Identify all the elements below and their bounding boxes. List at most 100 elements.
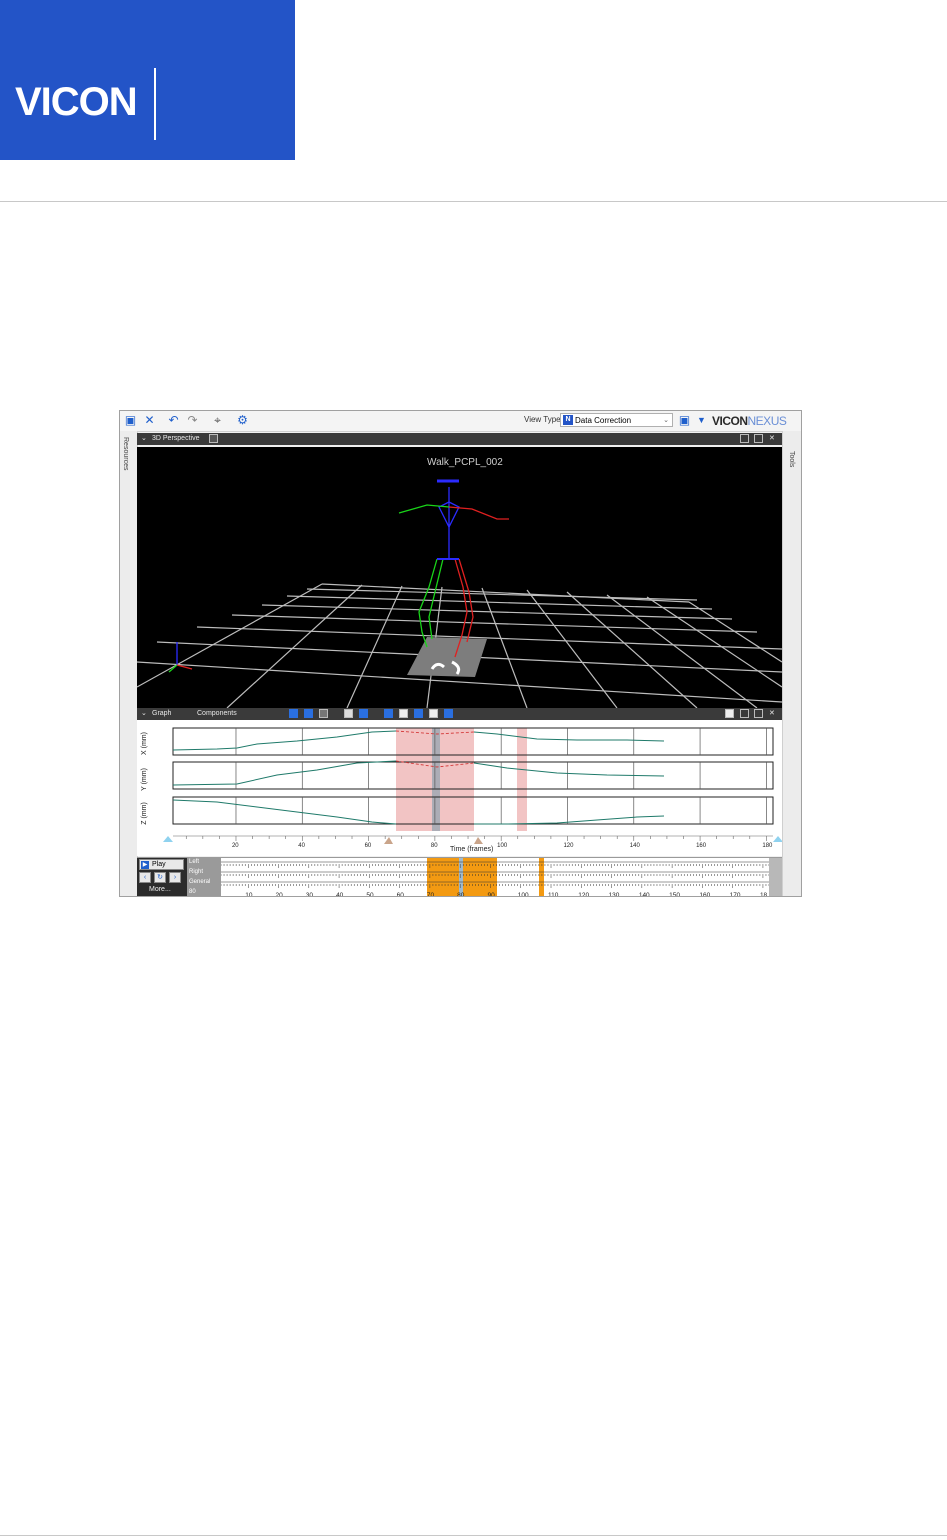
vicon-logo-block: VICON bbox=[0, 0, 295, 160]
track-label-left: Left bbox=[189, 859, 200, 865]
timebar-tick-label: 80 bbox=[457, 892, 465, 897]
3d-scene bbox=[137, 479, 782, 708]
next-frame-button[interactable]: › bbox=[169, 872, 181, 883]
graph-tool-icon[interactable] bbox=[444, 709, 453, 718]
components-label[interactable]: Components bbox=[197, 708, 237, 720]
loop-button[interactable]: ↻ bbox=[154, 872, 166, 883]
gap-end-marker bbox=[474, 837, 483, 844]
time-bar[interactable]: ▶ Play ‹ ↻ › More... Left Right General 8… bbox=[137, 857, 782, 897]
timebar-tick-label: 50 bbox=[366, 892, 374, 897]
view-type-select[interactable]: N Data Correction ⌄ bbox=[560, 413, 673, 427]
chevron-down-icon: ⌄ bbox=[663, 417, 669, 424]
graph-panel-title[interactable]: Graph bbox=[152, 708, 171, 720]
main-toolbar: ▣ ✕ ↶ ↷ ⌖ ⚙ View Type: N Data Correction … bbox=[120, 411, 801, 432]
camera-icon[interactable]: ⌖ bbox=[210, 413, 225, 428]
graph-tool-icon[interactable] bbox=[414, 709, 423, 718]
gap-region bbox=[517, 728, 527, 831]
graph-tool-icon[interactable] bbox=[304, 709, 313, 718]
split-horizontal-icon[interactable] bbox=[740, 709, 749, 718]
graph-tool-icon[interactable] bbox=[429, 709, 438, 718]
timebar-track: 1102030405060708090100110120130140150160… bbox=[221, 858, 782, 897]
brand-nexus: NEXUS bbox=[747, 414, 787, 428]
3d-panel-title[interactable]: 3D Perspective bbox=[152, 433, 199, 445]
gap-regions bbox=[396, 728, 527, 831]
chevron-down-icon[interactable]: ⌄ bbox=[141, 708, 147, 720]
view-menu-icon[interactable]: ▼ bbox=[694, 413, 709, 428]
x-tick-label: 140 bbox=[630, 843, 641, 849]
timebar-tick-label: 170 bbox=[730, 892, 741, 897]
x-tick-label: 80 bbox=[431, 843, 438, 849]
range-start-marker bbox=[163, 836, 173, 842]
graph-tool-icon[interactable] bbox=[344, 709, 353, 718]
chevron-down-icon[interactable]: ⌄ bbox=[141, 433, 147, 445]
y-axis-label-y: Y (mm) bbox=[140, 768, 148, 791]
redo-icon[interactable]: ↷ bbox=[185, 413, 200, 428]
split-vertical-icon[interactable] bbox=[754, 709, 763, 718]
timebar-tick-label: 30 bbox=[306, 892, 314, 897]
x-tick-label: 160 bbox=[696, 843, 707, 849]
play-label: Play bbox=[152, 861, 166, 868]
close-panel-icon[interactable]: ✕ bbox=[769, 708, 775, 720]
range-end-marker bbox=[773, 836, 782, 842]
close-icon[interactable]: ✕ bbox=[142, 413, 157, 428]
nexus-window: ▣ ✕ ↶ ↷ ⌖ ⚙ View Type: N Data Correction … bbox=[119, 410, 802, 897]
timebar-tick-label: 140 bbox=[639, 892, 650, 897]
split-horizontal-icon[interactable] bbox=[740, 434, 749, 443]
view-type-label: View Type: bbox=[524, 415, 563, 424]
timebar-tick-label: 90 bbox=[487, 892, 495, 897]
more-button[interactable]: More... bbox=[149, 886, 171, 893]
track-label-right: Right bbox=[189, 869, 204, 875]
lock-icon[interactable] bbox=[725, 709, 734, 718]
undo-icon[interactable]: ↶ bbox=[166, 413, 181, 428]
timebar-tick-label: 60 bbox=[397, 892, 405, 897]
subject-icon[interactable]: ⚙ bbox=[235, 413, 250, 428]
resources-strip[interactable]: Resources bbox=[120, 431, 138, 896]
panel-option-icon[interactable] bbox=[209, 434, 218, 443]
timebar-tick-label: 100 bbox=[518, 892, 529, 897]
x-axis-label: Time (frames) bbox=[450, 846, 494, 853]
play-icon: ▶ bbox=[141, 861, 149, 869]
graph-view[interactable]: X (mm) Y (mm) Z (mm) 20 40 60 80 100 120… bbox=[137, 720, 782, 856]
timebar-tick-label: 160 bbox=[699, 892, 710, 897]
timebar-tick-label: 70 bbox=[427, 892, 435, 897]
timebar-tick-label: 18 bbox=[760, 892, 768, 897]
timebar-tick-label: 1 bbox=[221, 892, 222, 897]
brand-vicon: VICON bbox=[712, 414, 748, 428]
x-tick-label: 180 bbox=[762, 843, 773, 849]
graph-tool-icon[interactable] bbox=[399, 709, 408, 718]
timebar-tick-label: 130 bbox=[609, 892, 620, 897]
3d-panel-header: ⌄ 3D Perspective ✕ bbox=[137, 433, 782, 445]
graph-tool-icon[interactable] bbox=[319, 709, 328, 718]
playback-controls: ▶ Play ‹ ↻ › More... bbox=[137, 858, 187, 896]
nexus-badge-icon: N bbox=[563, 415, 573, 425]
graph-tool-icon[interactable] bbox=[289, 709, 298, 718]
graph-panel-header: ⌄ Graph Components ✕ bbox=[137, 708, 782, 720]
event-region bbox=[539, 858, 544, 896]
timebar-scroll-handle bbox=[769, 858, 782, 896]
graph-tool-icon[interactable] bbox=[359, 709, 368, 718]
split-vertical-icon[interactable] bbox=[754, 434, 763, 443]
header-rule bbox=[0, 201, 947, 202]
y-axis-label-x: X (mm) bbox=[140, 732, 148, 755]
vicon-logo: VICON bbox=[15, 80, 138, 124]
tools-tab[interactable]: Tools bbox=[788, 451, 795, 467]
tools-strip[interactable]: Tools bbox=[782, 431, 801, 896]
timebar-tick-label: 10 bbox=[245, 892, 253, 897]
timebar-tick-label: 150 bbox=[669, 892, 680, 897]
3d-perspective-view[interactable]: Walk_PCPL_002 bbox=[137, 447, 782, 708]
y-axis-label-z: Z (mm) bbox=[140, 802, 148, 825]
graph-tool-icon[interactable] bbox=[384, 709, 393, 718]
save-view-icon[interactable]: ▣ bbox=[677, 413, 692, 428]
track-label-general: General bbox=[189, 879, 211, 885]
x-tick-label: 60 bbox=[365, 843, 372, 849]
nexus-brand: VICONNEXUS bbox=[712, 414, 787, 428]
x-tick-label: 120 bbox=[563, 843, 574, 849]
x-tick-label: 40 bbox=[298, 843, 305, 849]
play-button[interactable]: ▶ Play bbox=[139, 859, 184, 870]
prev-frame-button[interactable]: ‹ bbox=[139, 872, 151, 883]
save-icon[interactable]: ▣ bbox=[123, 413, 138, 428]
close-panel-icon[interactable]: ✕ bbox=[769, 433, 775, 445]
graph-plot: 20 40 60 80 100 120 140 160 180 bbox=[163, 727, 782, 849]
event-track-labels: Left Right General 80 bbox=[187, 858, 221, 896]
resources-tab[interactable]: Resources bbox=[122, 437, 129, 470]
